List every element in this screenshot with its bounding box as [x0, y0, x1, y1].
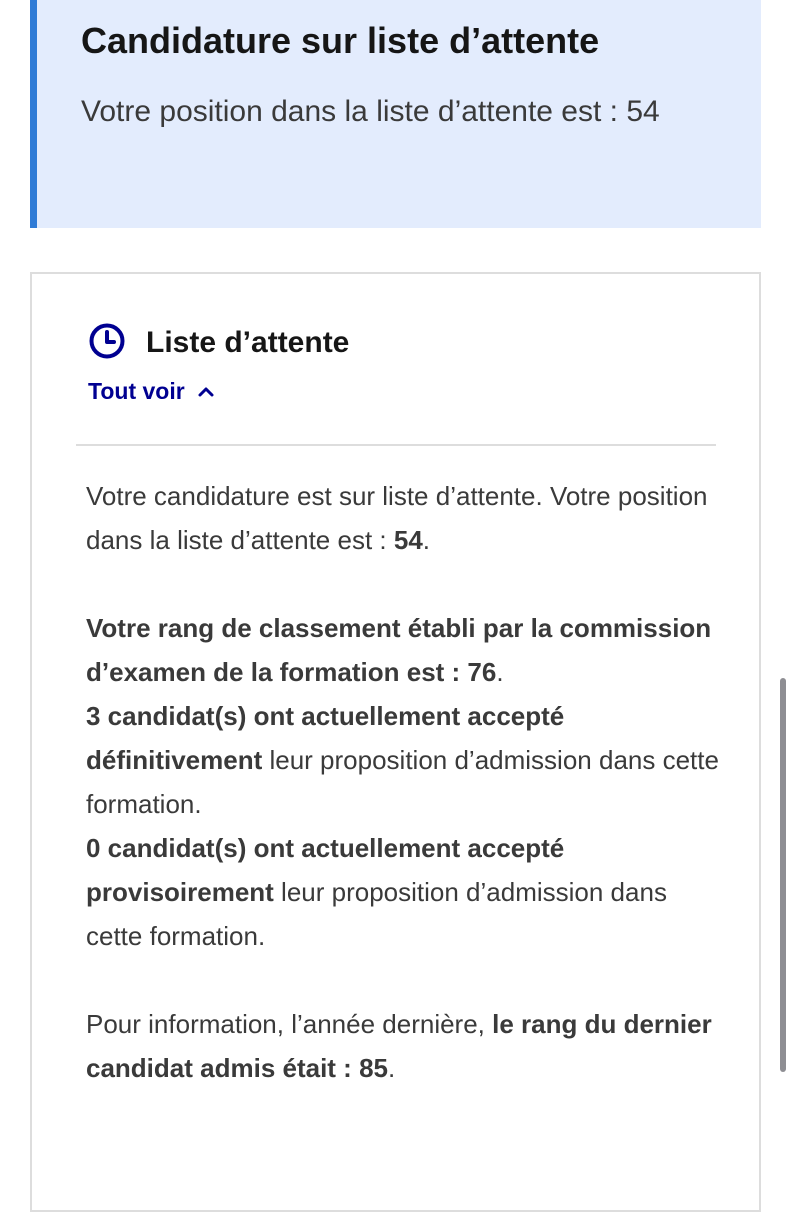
ranking-paragraph: Votre rang de classement établi par la c… — [86, 613, 712, 687]
see-all-toggle[interactable]: Tout voir — [88, 378, 215, 405]
definitive-accepted-paragraph: 3 candidat(s) ont actuellement accepté d… — [86, 701, 719, 819]
waitlist-status-paragraph: Votre candidature est sur liste d’attent… — [86, 481, 708, 555]
scrollbar[interactable] — [780, 678, 786, 1072]
notice-text: Votre position dans la liste d’attente e… — [81, 95, 660, 128]
clock-icon — [89, 323, 125, 359]
see-all-label: Tout voir — [88, 378, 185, 404]
notice-title: Candidature sur liste d’attente — [81, 20, 600, 61]
waitlist-details: Votre candidature est sur liste d’attent… — [86, 474, 726, 1090]
provisional-accepted-paragraph: 0 candidat(s) ont actuellement accepté p… — [86, 833, 667, 951]
chevron-up-icon — [198, 387, 214, 396]
panel-title: Liste d’attente — [146, 326, 350, 359]
divider — [76, 444, 716, 446]
waitlist-position-value: 54 — [393, 525, 423, 555]
waitlist-notice: Candidature sur liste d’attente Votre po… — [30, 0, 761, 228]
waitlist-panel: Liste d’attente Tout voir Votre candidat… — [30, 272, 761, 1212]
last-year-info-paragraph: Pour information, l’année dernière, le r… — [86, 1009, 712, 1083]
ranking-text: Votre rang de classement établi par la c… — [86, 613, 712, 687]
